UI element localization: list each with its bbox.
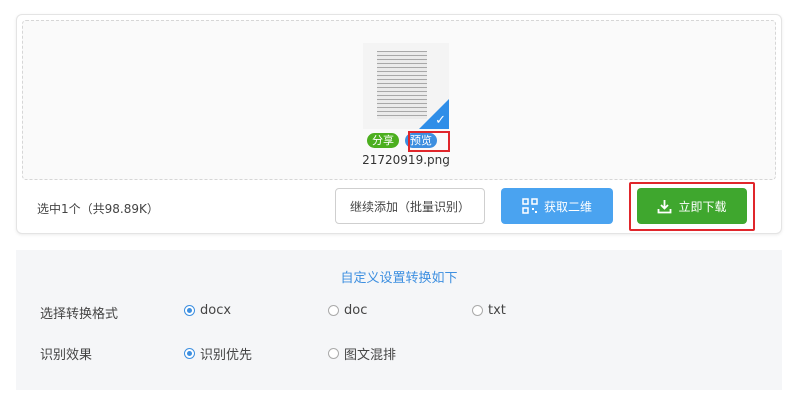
qr-code-icon <box>522 198 538 214</box>
radio-recognition-first[interactable] <box>184 348 195 359</box>
effect-option-recognition-first[interactable]: 识别优先 <box>184 344 252 363</box>
file-thumbnail[interactable]: ✓ <box>363 43 449 129</box>
share-tag[interactable]: 分享 <box>367 133 399 148</box>
check-icon: ✓ <box>435 113 446 128</box>
radio-mixed-layout[interactable] <box>328 348 339 359</box>
format-option-docx[interactable]: docx <box>184 303 231 318</box>
download-highlight-box <box>629 182 755 231</box>
format-option-doc[interactable]: doc <box>328 303 367 318</box>
preview-highlight-box <box>408 131 450 152</box>
conversion-settings: 自定义设置转换如下 选择转换格式 docx doc txt 识别效果 识别优先 … <box>16 250 782 390</box>
selection-summary: 选中1个（共98.89K） <box>37 202 159 216</box>
format-label: 选择转换格式 <box>40 307 119 322</box>
add-more-button[interactable]: 继续添加（批量识别） <box>335 188 485 224</box>
settings-title: 自定义设置转换如下 <box>340 271 458 286</box>
format-option-txt[interactable]: txt <box>472 303 506 318</box>
get-qr-button[interactable]: 获取二维 <box>501 188 613 224</box>
radio-txt[interactable] <box>472 305 483 316</box>
file-dropzone[interactable]: ✓ 分享 预览 21720919.png <box>22 20 776 180</box>
get-qr-label: 获取二维 <box>543 199 592 214</box>
radio-doc[interactable] <box>328 305 339 316</box>
upload-card: ✓ 分享 预览 21720919.png 选中1个（共98.89K） 继续添加（… <box>16 14 782 234</box>
file-name: 21720919.png <box>362 153 450 167</box>
effect-option-mixed-layout[interactable]: 图文混排 <box>328 344 396 363</box>
radio-docx[interactable] <box>184 305 195 316</box>
effect-label: 识别效果 <box>40 348 93 363</box>
add-more-label: 继续添加（批量识别） <box>349 199 470 214</box>
